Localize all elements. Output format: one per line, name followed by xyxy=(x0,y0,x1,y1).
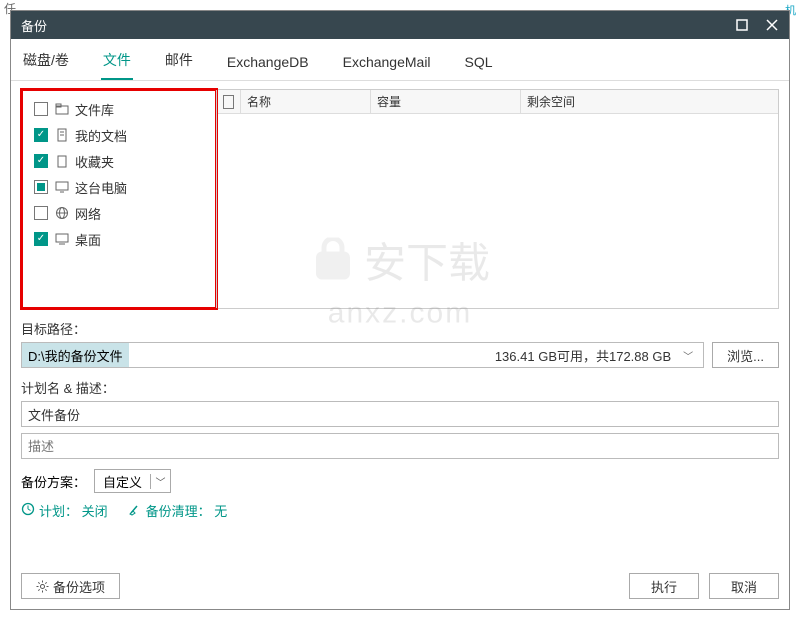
source-split-pane: 文件库 我的文档 收藏夹 这台电脑 xyxy=(21,89,779,309)
checkbox[interactable] xyxy=(34,128,48,142)
document-icon xyxy=(54,127,70,143)
col-name[interactable]: 名称 xyxy=(241,90,371,113)
source-tree: 文件库 我的文档 收藏夹 这台电脑 xyxy=(22,90,217,308)
tree-item-desktop[interactable]: 桌面 xyxy=(26,226,212,252)
tree-item-favorites[interactable]: 收藏夹 xyxy=(26,148,212,174)
tab-mail[interactable]: 邮件 xyxy=(163,40,195,80)
browse-button[interactable]: 浏览... xyxy=(712,342,779,368)
chevron-down-icon[interactable]: ﹀ xyxy=(150,474,170,489)
scheme-value: 自定义 xyxy=(95,472,150,491)
gear-icon xyxy=(36,580,49,593)
tab-exchangemail[interactable]: ExchangeMail xyxy=(341,44,433,80)
path-value: D:\我的备份文件 xyxy=(22,343,129,367)
list-header: 名称 容量 剩余空间 xyxy=(217,90,778,114)
tab-disk[interactable]: 磁盘/卷 xyxy=(21,40,71,80)
tree-label: 我的文档 xyxy=(75,126,127,145)
star-icon xyxy=(54,153,70,169)
source-list: 名称 容量 剩余空间 xyxy=(217,90,778,308)
plan-desc-label: 计划名 & 描述： xyxy=(21,378,779,397)
globe-icon xyxy=(54,205,70,221)
description-input[interactable] xyxy=(21,433,779,459)
col-capacity[interactable]: 容量 xyxy=(371,90,521,113)
checkbox[interactable] xyxy=(34,102,48,116)
tree-label: 桌面 xyxy=(75,230,101,249)
cancel-button[interactable]: 取消 xyxy=(709,573,779,599)
checkbox[interactable] xyxy=(34,232,48,246)
backup-dialog: 备份 磁盘/卷 文件 邮件 ExchangeDB ExchangeMail SQ… xyxy=(10,10,790,610)
tree-label: 文件库 xyxy=(75,100,114,119)
tree-item-network[interactable]: 网络 xyxy=(26,200,212,226)
monitor-icon xyxy=(54,179,70,195)
broom-icon xyxy=(128,502,142,519)
checkbox[interactable] xyxy=(34,154,48,168)
tree-label: 网络 xyxy=(75,204,101,223)
col-free[interactable]: 剩余空间 xyxy=(521,90,778,113)
path-freespace: 136.41 GB可用，共172.88 GB xyxy=(495,346,671,365)
backup-options-button[interactable]: 备份选项 xyxy=(21,573,120,599)
tab-file[interactable]: 文件 xyxy=(101,40,133,80)
source-tabs: 磁盘/卷 文件 邮件 ExchangeDB ExchangeMail SQL xyxy=(11,39,789,81)
tree-label: 这台电脑 xyxy=(75,178,127,197)
tree-label: 收藏夹 xyxy=(75,152,114,171)
maximize-button[interactable] xyxy=(735,18,749,32)
cleanup-link[interactable]: 备份清理： 无 xyxy=(146,501,228,520)
maximize-icon xyxy=(736,19,748,31)
close-button[interactable] xyxy=(765,18,779,32)
dialog-footer: 备份选项 执行 取消 xyxy=(11,567,789,609)
tab-exchangedb[interactable]: ExchangeDB xyxy=(225,44,311,80)
clock-icon xyxy=(21,502,35,519)
folder-icon xyxy=(54,101,70,117)
titlebar: 备份 xyxy=(11,11,789,39)
chevron-down-icon[interactable]: ﹀ xyxy=(679,348,697,363)
plan-name-input[interactable] xyxy=(21,401,779,427)
execute-button[interactable]: 执行 xyxy=(629,573,699,599)
schedule-link[interactable]: 计划： 关闭 xyxy=(39,501,108,520)
tree-item-thispc[interactable]: 这台电脑 xyxy=(26,174,212,200)
target-path-label: 目标路径： xyxy=(21,319,779,338)
tree-item-library[interactable]: 文件库 xyxy=(26,96,212,122)
close-icon xyxy=(766,19,778,31)
window-title: 备份 xyxy=(21,16,47,35)
scheme-select[interactable]: 自定义 ﹀ xyxy=(94,469,171,493)
desktop-icon xyxy=(54,231,70,247)
checkbox[interactable] xyxy=(34,180,48,194)
select-all-checkbox[interactable] xyxy=(223,95,234,109)
tab-sql[interactable]: SQL xyxy=(463,44,495,80)
scheme-label: 备份方案： xyxy=(21,472,86,491)
tree-item-documents[interactable]: 我的文档 xyxy=(26,122,212,148)
checkbox[interactable] xyxy=(34,206,48,220)
target-path-input[interactable]: D:\我的备份文件 136.41 GB可用，共172.88 GB ﹀ xyxy=(21,342,704,368)
